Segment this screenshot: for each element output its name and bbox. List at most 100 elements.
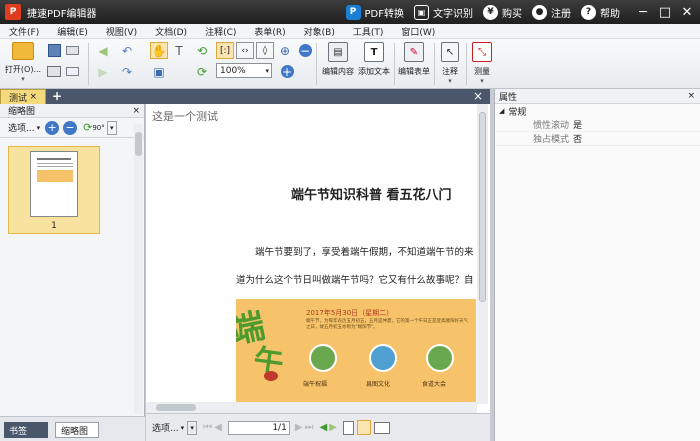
menu-comment[interactable]: 注释(C) <box>196 25 245 38</box>
forward-icon[interactable]: ▶ <box>94 63 112 80</box>
add-text-button[interactable]: T 添加文本 <box>356 42 392 77</box>
menu-document[interactable]: 文档(D) <box>146 25 196 38</box>
menu-form[interactable]: 表单(R) <box>245 25 294 38</box>
options-dropdown[interactable]: ▾ <box>187 420 198 435</box>
pdf-convert-button[interactable]: P PDF转换 <box>345 4 404 20</box>
hand-tool-icon[interactable]: ✋ <box>150 42 168 59</box>
property-row[interactable]: 惯性滚动 是 <box>495 118 700 132</box>
close-icon[interactable]: × <box>687 91 695 101</box>
annotate-icon: ↖ <box>441 42 459 62</box>
properties-section-general[interactable]: ◢ 常规 <box>495 104 700 118</box>
page-canvas: 这是一个测试 端午节知识科普 看五花八门 端午节要到了，享受着端午假期，不知道端… <box>146 104 476 404</box>
undo-icon[interactable]: ↶ <box>118 42 136 59</box>
print-icon[interactable] <box>45 63 63 80</box>
register-label: 注册 <box>551 8 571 20</box>
thumbnail-options-button[interactable]: 选项... <box>8 121 35 134</box>
help-label: 帮助 <box>600 8 620 20</box>
chevron-down-icon: ▾ <box>180 423 185 432</box>
close-icon[interactable]: ✕ <box>676 3 698 21</box>
view-options-button[interactable]: 选项... <box>152 421 179 434</box>
snapshot-icon[interactable]: ▣ <box>150 63 168 80</box>
close-icon[interactable]: × <box>132 106 140 116</box>
save-icon[interactable] <box>45 42 63 59</box>
select-text-icon[interactable]: T <box>170 42 188 59</box>
document-heading: 端午节知识科普 看五花八门 <box>291 188 452 203</box>
page-number-input[interactable]: 1 /1 <box>227 420 290 435</box>
thumbnail-panel-title: 缩略图 <box>8 107 36 117</box>
property-value: 否 <box>573 135 583 145</box>
fit-width-icon[interactable]: ‹› <box>236 42 254 59</box>
page-thumbnail[interactable]: 1 <box>8 146 100 234</box>
zoom-out-icon[interactable]: − <box>296 42 314 59</box>
annotate-label: 注释 <box>442 67 458 76</box>
go-forward-icon[interactable]: ▶ <box>329 422 337 433</box>
back-icon[interactable]: ◀ <box>94 42 112 59</box>
document-vertical-scrollbar[interactable] <box>477 104 488 404</box>
two-page-icon[interactable] <box>373 421 390 434</box>
menu-tools[interactable]: 工具(T) <box>344 25 393 38</box>
register-button[interactable]: ● 注册 <box>532 4 571 20</box>
fit-page-icon[interactable]: [:] <box>216 42 234 59</box>
tab-bookmarks[interactable]: 书签 <box>4 422 48 438</box>
prev-page-icon[interactable]: ◀ <box>214 422 222 433</box>
zoom-in-icon[interactable]: + <box>278 63 296 80</box>
next-page-icon[interactable]: ▶ <box>295 422 303 433</box>
chevron-down-icon: ▾ <box>21 75 25 83</box>
banner-caption-1: 端午祝福 <box>303 381 328 388</box>
ocr-button[interactable]: ▣ 文字识别 <box>414 4 473 20</box>
go-back-icon[interactable]: ◀ <box>320 422 328 433</box>
zoom-value: 100% <box>220 65 246 76</box>
menu-object[interactable]: 对象(B) <box>295 25 344 38</box>
last-page-icon[interactable]: ⏭ <box>305 422 314 433</box>
toolbar: 打开(O)... ▾ ◀ ▶ ↶ ↷ ✋ T ▣ ⟲ ⟳ [:] ‹› ◊ 10… <box>0 39 700 89</box>
rotate-dropdown[interactable]: ▾ <box>106 120 117 135</box>
zoom-select[interactable]: 100% ▾ <box>216 63 272 78</box>
close-document-icon[interactable]: × <box>466 89 490 104</box>
menu-window[interactable]: 窗口(W) <box>392 25 444 38</box>
document-paragraph-1: 端午节要到了，享受着端午假期，不知道端午节的来 <box>255 247 474 258</box>
document-header-text: 这是一个测试 <box>152 110 218 123</box>
zoom-select-icon[interactable]: ⊕ <box>276 42 294 59</box>
menu-edit[interactable]: 编辑(E) <box>48 25 97 38</box>
continuous-page-icon[interactable] <box>356 420 371 435</box>
edit-form-button[interactable]: ✎ 编辑表单 <box>396 42 432 77</box>
chevron-down-icon: ▾ <box>36 123 41 132</box>
property-row[interactable]: 独占模式 否 <box>495 132 700 146</box>
edit-content-button[interactable]: ▤ 编辑内容 <box>320 42 356 77</box>
buy-button[interactable]: ¥ 购买 <box>483 4 522 20</box>
open-label: 打开(O)... <box>4 65 42 74</box>
document-horizontal-scrollbar[interactable] <box>146 402 477 413</box>
tab-document[interactable]: 测试 × <box>0 89 46 104</box>
page-navigation-bar: 选项... ▾ ▾ ⏮ ◀ 1 /1 ▶ ⏭ ◀ ▶ <box>146 413 490 441</box>
open-button[interactable]: 打开(O)... ▾ <box>4 42 42 83</box>
redo-icon[interactable]: ↷ <box>118 63 136 80</box>
single-page-icon[interactable] <box>342 420 354 435</box>
zoom-out-icon[interactable]: − <box>63 120 78 135</box>
measure-button[interactable]: ⤡ 测量 ▾ <box>469 42 495 85</box>
maximize-icon[interactable]: □ <box>654 3 676 21</box>
tab-document-label: 测试 <box>9 93 28 104</box>
menu-file[interactable]: 文件(F) <box>0 25 48 38</box>
buy-icon: ¥ <box>483 4 498 20</box>
rotate-left-icon[interactable]: ⟲ <box>193 42 211 59</box>
rotate-right-icon[interactable]: ⟳ <box>193 63 211 80</box>
menu-view[interactable]: 视图(V) <box>97 25 146 38</box>
fit-visible-icon[interactable]: ◊ <box>256 42 274 59</box>
register-icon: ● <box>532 4 547 20</box>
edit-form-label: 编辑表单 <box>398 67 430 76</box>
annotate-button[interactable]: ↖ 注释 ▾ <box>438 42 462 85</box>
rotate-thumbnail-button[interactable]: ⟳ 90° <box>83 121 105 134</box>
close-icon[interactable]: × <box>29 92 37 102</box>
add-tab-button[interactable]: + <box>46 89 68 104</box>
thumbnail-scrollbar[interactable] <box>134 124 143 414</box>
minimize-icon[interactable]: ─ <box>632 3 654 21</box>
first-page-icon[interactable]: ⏮ <box>203 422 212 433</box>
email-icon[interactable] <box>63 63 81 80</box>
help-button[interactable]: ? 帮助 <box>581 4 620 20</box>
banner-caption-3: 食道大会 <box>422 381 447 388</box>
tab-thumbnails[interactable]: 缩略图 <box>55 422 99 438</box>
zoom-in-icon[interactable]: + <box>45 120 60 135</box>
edit-content-icon: ▤ <box>328 42 348 62</box>
add-text-icon: T <box>364 42 384 62</box>
scan-icon[interactable] <box>63 42 81 59</box>
